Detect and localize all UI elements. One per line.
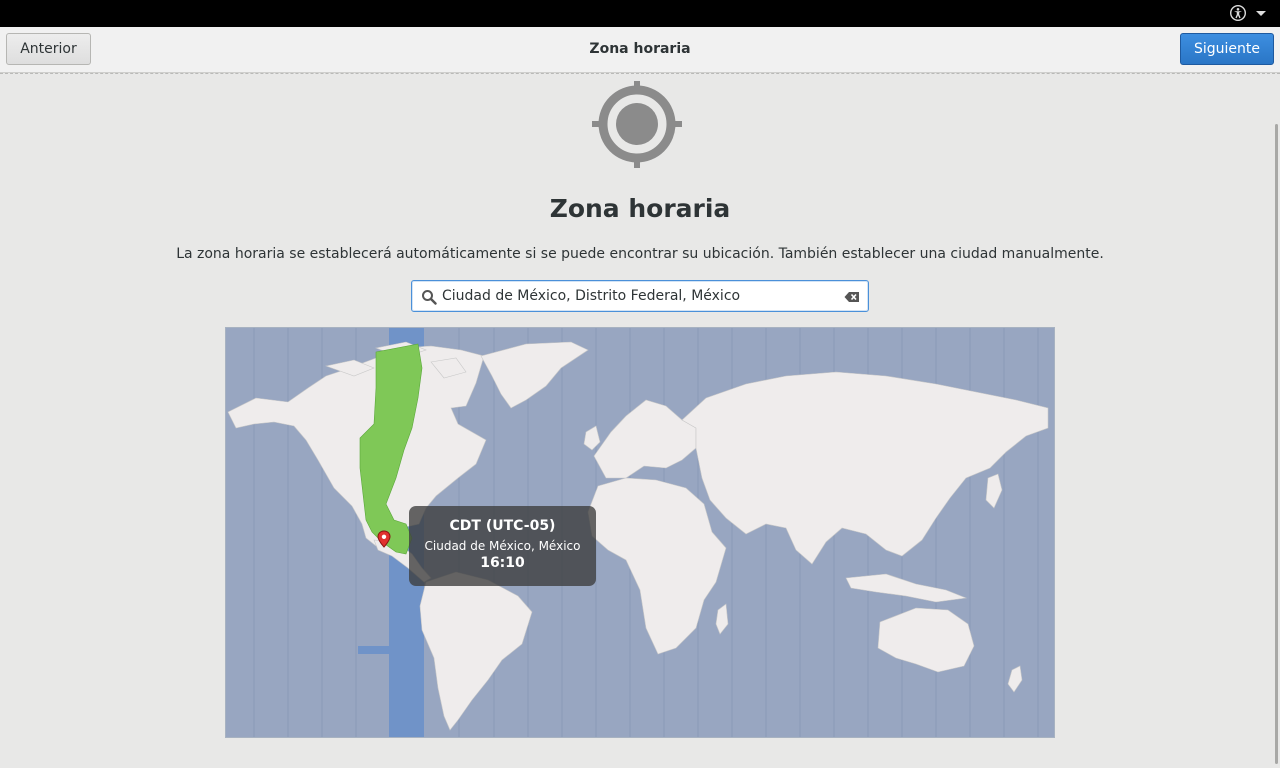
search-field[interactable] (411, 280, 869, 312)
timezone-tooltip: CDT (UTC-05) Ciudad de México, México 16… (409, 506, 596, 586)
accessibility-icon[interactable] (1230, 5, 1246, 21)
page-description: La zona horaria se establecerá automátic… (176, 246, 1104, 262)
tooltip-time: 16:10 (480, 555, 525, 571)
timezone-map[interactable] (225, 327, 1055, 738)
tooltip-city: Ciudad de México, México (424, 539, 581, 553)
search-input[interactable] (442, 285, 838, 307)
map-pin-icon (377, 530, 391, 548)
search-icon (422, 290, 437, 305)
header-title: Zona horaria (589, 41, 691, 57)
tooltip-timezone: CDT (UTC-05) (449, 518, 556, 534)
scrollbar[interactable] (1272, 74, 1280, 768)
chevron-down-icon[interactable] (1256, 11, 1266, 16)
page-title: Zona horaria (549, 194, 731, 223)
header-divider (0, 73, 1280, 74)
clear-icon[interactable] (844, 289, 860, 305)
next-button[interactable]: Siguiente (1180, 33, 1274, 65)
world-map[interactable] (226, 328, 1054, 737)
top-bar (0, 0, 1280, 27)
location-target-icon (592, 81, 682, 168)
